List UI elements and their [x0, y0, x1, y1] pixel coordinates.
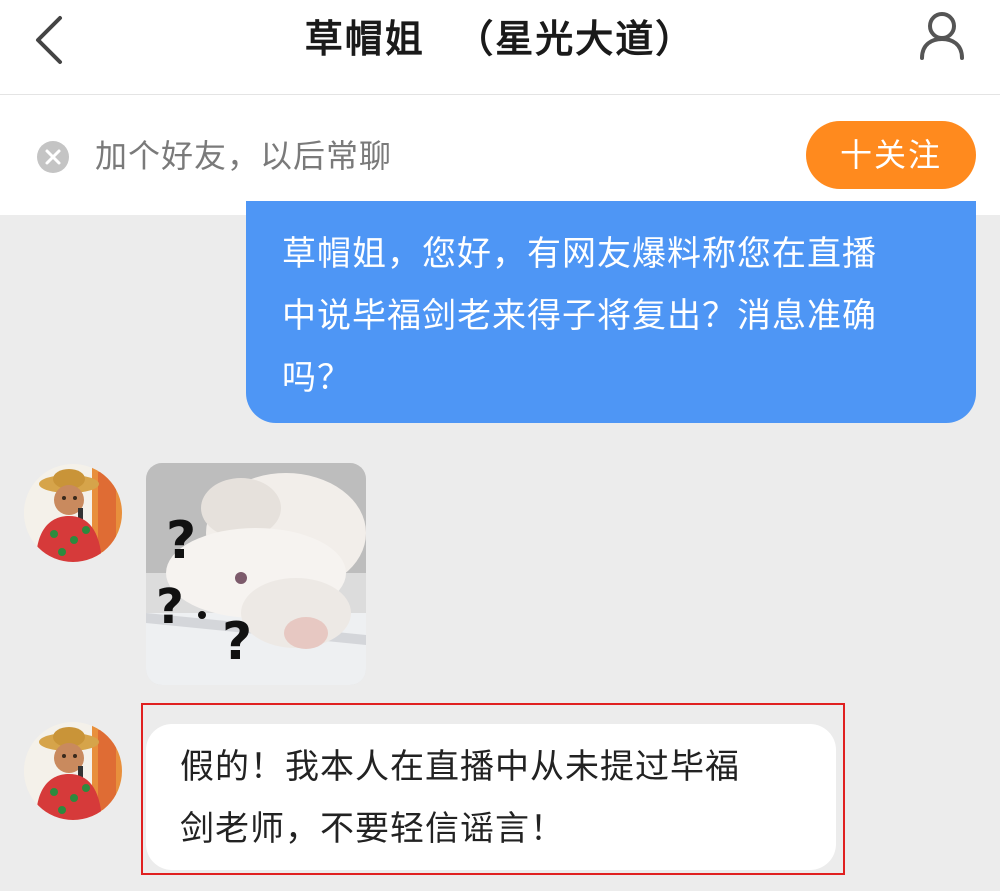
close-circle-icon — [37, 141, 69, 173]
sticker-glyph: ? — [156, 579, 184, 635]
sticker-glyph: ? — [166, 511, 196, 571]
sticker-message[interactable]: ? ? ? — [146, 463, 366, 685]
chevron-left-icon — [36, 16, 62, 64]
outgoing-message-bubble[interactable]: 草帽姐，您好，有网友爆料称您在直播 中说毕福剑老来得子将复出？消息准确 吗？ — [246, 201, 976, 423]
message-line: 吗？ — [282, 358, 352, 398]
message-line: 中说毕福剑老来得子将复出？消息准确 — [282, 296, 877, 336]
follow-tip-text: 加个好友，以后常聊 — [95, 137, 393, 175]
message-line: 草帽姐，您好，有网友爆料称您在直播 — [282, 234, 877, 274]
profile-button[interactable] — [912, 6, 972, 66]
follow-button[interactable]: 十关注 — [806, 121, 976, 189]
person-icon — [920, 12, 964, 60]
follow-suggestion-bar: 加个好友，以后常聊 十关注 — [0, 95, 1000, 215]
chat-header: 草帽姐 （星光大道） — [0, 0, 1000, 95]
incoming-message-bubble[interactable]: 假的！我本人在直播中从未提过毕福 剑老师，不要轻信谣言！ — [146, 724, 836, 870]
chat-title: 草帽姐 （星光大道） — [304, 17, 696, 61]
avatar-image — [24, 722, 122, 820]
sticker-glyph: ? — [222, 612, 252, 672]
message-line: 假的！我本人在直播中从未提过毕福 — [180, 747, 740, 787]
contact-avatar[interactable] — [24, 722, 122, 820]
avatar-image — [24, 464, 122, 562]
dismiss-button[interactable] — [36, 140, 70, 174]
contact-avatar[interactable] — [24, 464, 122, 562]
message-line: 剑老师，不要轻信谣言！ — [180, 809, 565, 849]
confused-cat-sticker-image: ? ? ? — [146, 463, 366, 685]
back-button[interactable] — [22, 8, 78, 72]
